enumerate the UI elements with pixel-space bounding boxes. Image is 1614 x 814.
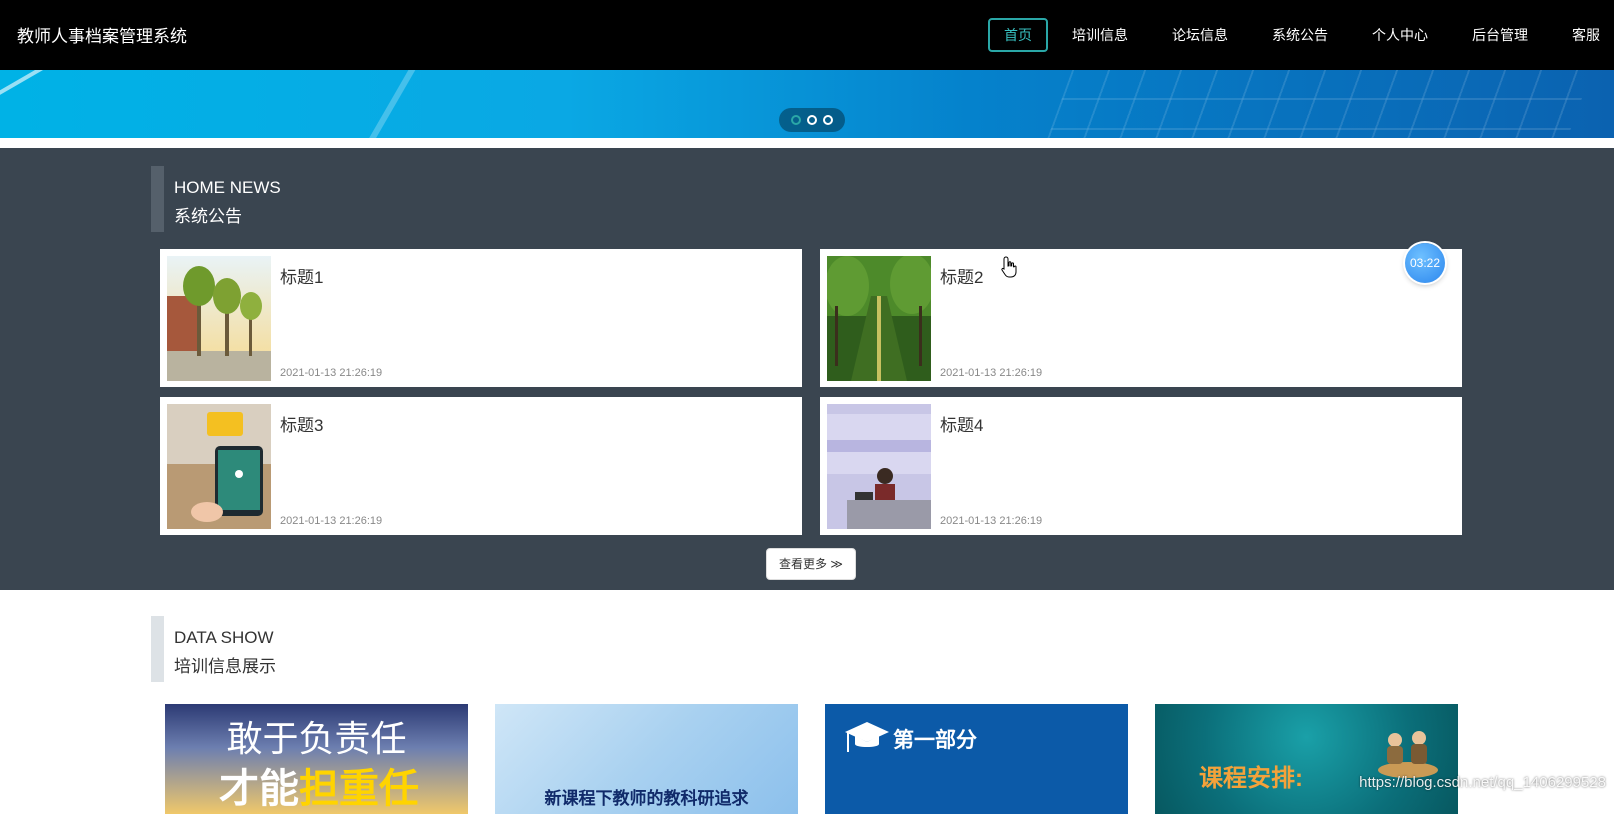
- training-card[interactable]: 敢于负责任 才能担重任: [165, 704, 468, 814]
- news-thumbnail[interactable]: [827, 256, 931, 381]
- news-thumbnail[interactable]: [167, 404, 271, 529]
- carousel-dot-1[interactable]: [791, 115, 801, 125]
- training-card[interactable]: 课程安排:: [1155, 704, 1458, 814]
- decorative-stroke: [350, 70, 416, 138]
- nav-item-admin[interactable]: 后台管理: [1452, 18, 1548, 52]
- data-show-title-en: DATA SHOW: [174, 628, 274, 647]
- news-thumbnail[interactable]: [167, 256, 271, 381]
- divider: [0, 138, 1614, 148]
- training-card-text: 课程安排:: [1199, 765, 1303, 792]
- heading-accent-bar: [151, 166, 164, 232]
- heading-accent-bar: [151, 616, 164, 682]
- news-title[interactable]: 标题1: [280, 263, 323, 288]
- watermark-url: https://blog.csdn.net/qq_1406299528: [1359, 774, 1606, 791]
- carousel-dot-3[interactable]: [823, 115, 833, 125]
- graduation-cap-icon: [845, 718, 889, 763]
- main-nav: 首页 培训信息 论坛信息 系统公告 个人中心 后台管理 客服: [984, 18, 1614, 52]
- nav-item-forum[interactable]: 论坛信息: [1152, 18, 1248, 52]
- news-thumbnail[interactable]: [827, 404, 931, 529]
- training-card[interactable]: 第一部分: [825, 704, 1128, 814]
- news-date: 2021-01-13 21:26:19: [940, 515, 1043, 527]
- training-card-text: 敢于负责任: [226, 719, 407, 760]
- view-more-button[interactable]: 查看更多 ≫: [766, 548, 856, 580]
- keyboard-graphic: [1028, 70, 1600, 138]
- view-more-label: 查看更多: [779, 557, 828, 571]
- double-chevron-right-icon: ≫: [827, 557, 843, 571]
- news-card[interactable]: 标题3 2021-01-13 21:26:19: [160, 397, 802, 535]
- news-card[interactable]: 标题2 2021-01-13 21:26:19: [820, 249, 1462, 387]
- news-title-en: HOME NEWS: [174, 178, 281, 197]
- news-title-cn: 系统公告: [174, 207, 242, 226]
- training-card-text-2: 才能担重任: [219, 756, 419, 814]
- carousel-indicators: [779, 108, 845, 132]
- nav-item-home[interactable]: 首页: [988, 18, 1048, 52]
- nav-item-announcements[interactable]: 系统公告: [1252, 18, 1348, 52]
- training-card-text-2a: 才能: [219, 765, 299, 812]
- nav-item-support[interactable]: 客服: [1552, 18, 1614, 52]
- data-show-title-cn: 培训信息展示: [174, 657, 276, 676]
- nav-item-personal-center[interactable]: 个人中心: [1352, 18, 1448, 52]
- news-card[interactable]: 标题1 2021-01-13 21:26:19: [160, 249, 802, 387]
- training-card-text: 第一部分: [893, 729, 977, 752]
- news-title[interactable]: 标题4: [940, 411, 983, 436]
- app-title[interactable]: 教师人事档案管理系统: [17, 22, 187, 47]
- news-card[interactable]: 标题4 2021-01-13 21:26:19: [820, 397, 1462, 535]
- tree-lined-path-photo: [827, 256, 931, 381]
- nav-item-training[interactable]: 培训信息: [1052, 18, 1148, 52]
- campus-trees-photo: [167, 256, 271, 381]
- training-card-text-2b: 担重任: [299, 765, 419, 812]
- tablet-classroom-photo: [167, 404, 271, 529]
- timer-badge[interactable]: 03:22: [1405, 243, 1445, 283]
- training-card-text: 新课程下教师的教科研追求: [544, 789, 749, 809]
- carousel-dot-2[interactable]: [807, 115, 817, 125]
- hand-cursor-icon: [1000, 256, 1018, 283]
- news-date: 2021-01-13 21:26:19: [940, 367, 1043, 379]
- news-title[interactable]: 标题3: [280, 411, 323, 436]
- news-date: 2021-01-13 21:26:19: [280, 515, 383, 527]
- top-navbar: 教师人事档案管理系统 首页 培训信息 论坛信息 系统公告 个人中心 后台管理 客…: [0, 0, 1614, 70]
- training-card[interactable]: 新课程下教师的教科研追求: [495, 704, 798, 814]
- news-title[interactable]: 标题2: [940, 263, 983, 288]
- decorative-stroke: [0, 70, 44, 100]
- teacher-conference-photo: [827, 404, 931, 529]
- news-date: 2021-01-13 21:26:19: [280, 367, 383, 379]
